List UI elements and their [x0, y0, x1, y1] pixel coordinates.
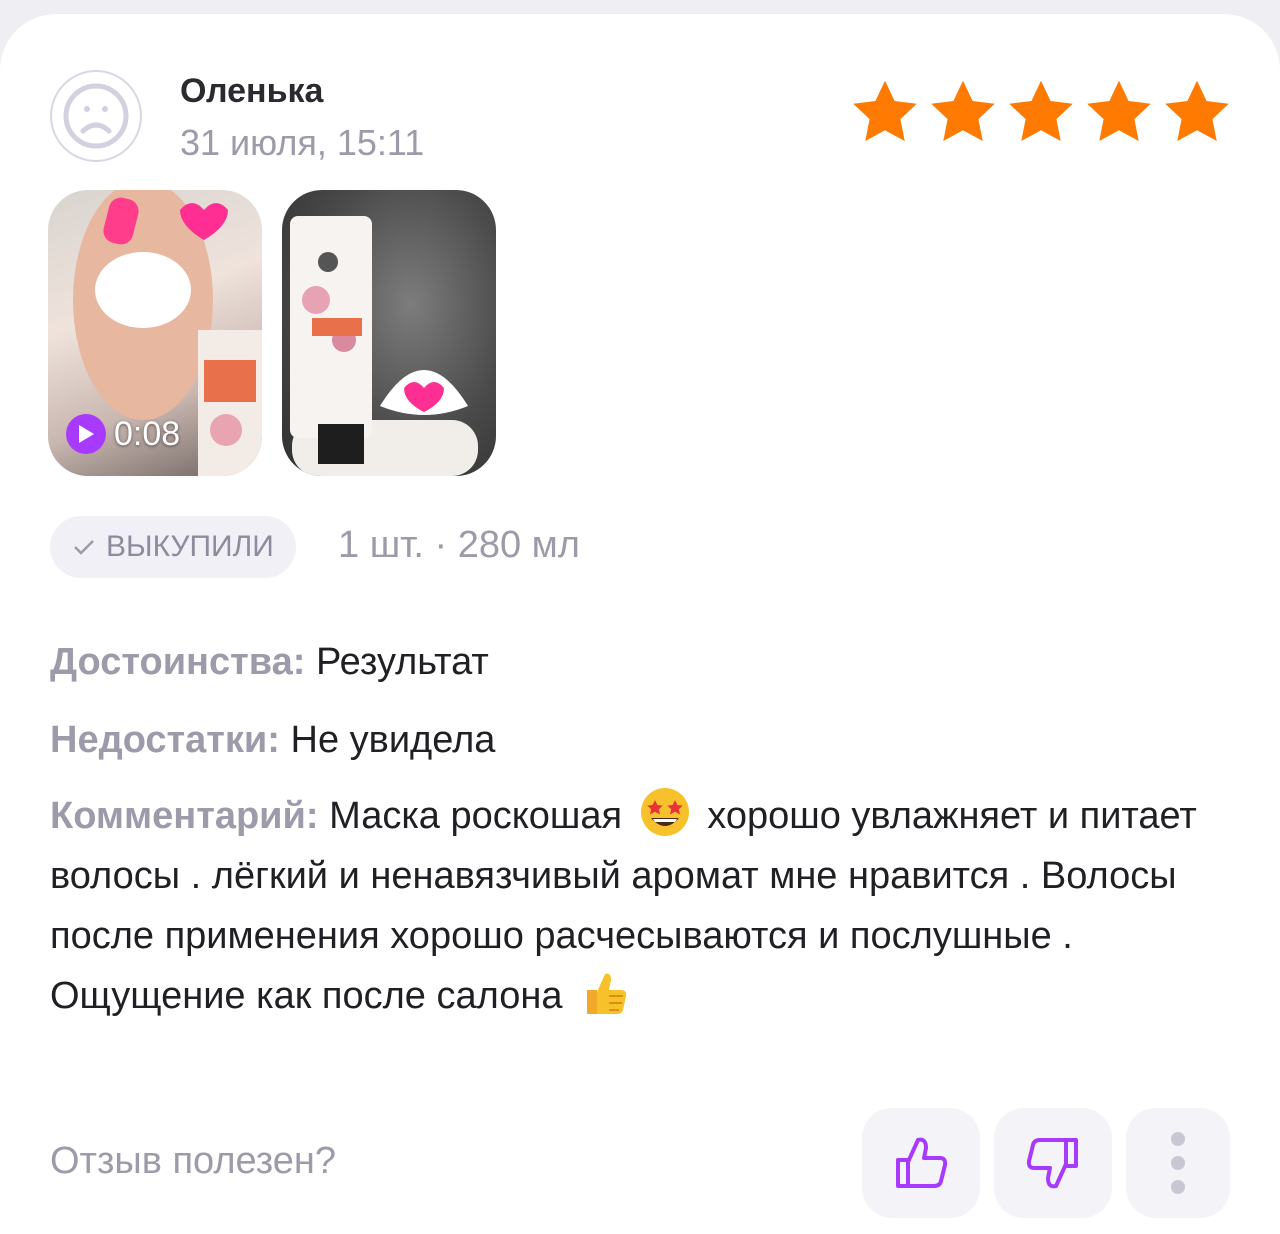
star-icon: [853, 80, 917, 142]
check-icon: [74, 540, 94, 555]
comment-label: Комментарий:: [50, 795, 319, 837]
cons-label: Недостатки:: [50, 719, 280, 761]
thumbs-down-icon: [1026, 1138, 1078, 1189]
play-icon: [79, 425, 94, 443]
photo-preview-art: [290, 216, 478, 476]
rating-stars: [848, 76, 1234, 150]
comment-text-part1: Маска роскошая: [329, 795, 623, 837]
avatar: [50, 70, 142, 162]
cons-row: Недостатки: Не увидела: [50, 710, 495, 770]
star-struck-emoji-icon: [640, 788, 689, 836]
video-duration: 0:08: [114, 414, 181, 453]
review-date: 31 июля, 15:11: [180, 122, 425, 163]
star-icon: [1087, 80, 1151, 142]
dislike-button[interactable]: [994, 1108, 1112, 1218]
pros-text: Результат: [315, 641, 489, 683]
star-icon: [931, 80, 995, 142]
like-button[interactable]: [862, 1108, 980, 1218]
photo-thumbnail[interactable]: [282, 190, 496, 476]
more-vertical-icon: [1171, 1132, 1185, 1194]
pros-label: Достоинства:: [50, 641, 306, 683]
purchased-label: ВЫКУПИЛИ: [106, 530, 274, 563]
helpful-question: Отзыв полезен?: [50, 1140, 337, 1182]
thumbs-up-emoji-icon: [587, 973, 627, 1014]
variant-info: 1 шт. · 280 мл: [338, 524, 580, 566]
more-options-button[interactable]: [1126, 1108, 1230, 1218]
video-thumbnail[interactable]: 0:08: [48, 190, 262, 476]
comment-block: Комментарий: Маска роскошая хорошо увлаж…: [50, 786, 1240, 1026]
star-icon: [1009, 80, 1073, 142]
purchased-badge: ВЫКУПИЛИ: [50, 516, 296, 578]
cons-text: Не увидела: [290, 719, 496, 761]
thumbs-up-icon: [896, 1137, 948, 1188]
sad-face-icon: [63, 83, 129, 149]
review-card: Оленька 31 июля, 15:11 0:08 ВЫКУПИЛИ 1 ш…: [0, 14, 1280, 1234]
author-name: Оленька: [180, 72, 324, 110]
play-button[interactable]: [66, 414, 106, 454]
star-icon: [1165, 80, 1229, 142]
pros-row: Достоинства: Результат: [50, 632, 489, 692]
